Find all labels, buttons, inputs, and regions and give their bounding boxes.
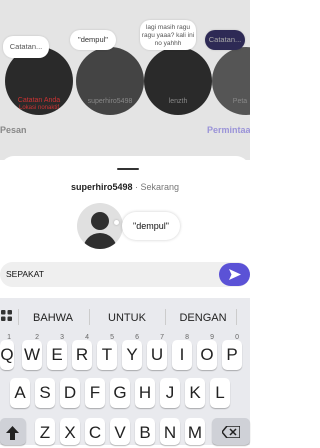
avatar-head: [91, 212, 109, 230]
key-d[interactable]: D: [60, 378, 80, 408]
divider: [165, 309, 166, 325]
note-bubble: lagi masih ragu ragu yaaa? kali ini no y…: [140, 20, 196, 50]
note-bubble: Catatan...: [205, 30, 245, 50]
background-feed: Catatan... "dempul" lagi masih ragu ragu…: [0, 0, 250, 160]
note-bubble: "dempul": [70, 30, 116, 50]
sheet-header: superhiro5498 · Sekarang: [0, 182, 250, 192]
key-c[interactable]: C: [85, 418, 105, 445]
bg-name: Peta: [232, 98, 248, 105]
key-g[interactable]: G: [110, 378, 130, 408]
apps-grid-icon[interactable]: [1, 310, 12, 321]
key-n[interactable]: N: [160, 418, 180, 445]
suggestion[interactable]: BAHWA: [24, 312, 82, 324]
tab-requests: Permintaan: [207, 125, 250, 135]
key-v[interactable]: V: [110, 418, 130, 445]
key-m[interactable]: M: [185, 418, 205, 445]
note-bubble: Catatan...: [3, 36, 49, 58]
key-i[interactable]: I8: [172, 334, 192, 370]
backspace-key[interactable]: [212, 418, 250, 445]
key-r[interactable]: R4: [72, 334, 92, 370]
key-z[interactable]: Z: [35, 418, 55, 445]
key-o[interactable]: O9: [197, 334, 217, 370]
send-button[interactable]: [219, 263, 250, 286]
send-icon: [229, 269, 241, 280]
key-h[interactable]: H: [135, 378, 155, 408]
note-dot: [114, 220, 119, 225]
divider: [89, 309, 90, 325]
bg-name: Catatan Anda: [17, 97, 61, 104]
avatar-body: [83, 233, 117, 249]
bg-name: superhiro5498: [87, 98, 133, 105]
key-a[interactable]: A: [10, 378, 30, 408]
key-w[interactable]: W2: [22, 334, 42, 370]
divider: [18, 309, 19, 325]
key-u[interactable]: U7: [147, 334, 167, 370]
suggestion[interactable]: DENGAN: [174, 312, 232, 324]
shift-icon: [6, 426, 19, 440]
bg-subtitle: Lokasi nonaktif: [18, 105, 60, 111]
suggestion[interactable]: UNTUK: [98, 312, 156, 324]
backspace-icon: [222, 426, 240, 438]
timestamp: · Sekarang: [135, 182, 180, 192]
username: superhiro5498: [70, 182, 133, 192]
key-b[interactable]: B: [135, 418, 155, 445]
key-j[interactable]: J: [160, 378, 180, 408]
key-f[interactable]: F: [85, 378, 105, 408]
key-q[interactable]: Q1: [0, 334, 14, 370]
key-e[interactable]: E3: [47, 334, 67, 370]
shift-key[interactable]: [0, 418, 26, 445]
note-bubble: "dempul": [122, 212, 180, 240]
reply-text: SEPAKAT: [6, 269, 44, 279]
key-s[interactable]: S: [35, 378, 55, 408]
bg-name: lenzth: [168, 98, 188, 105]
key-l[interactable]: L: [210, 378, 230, 408]
key-y[interactable]: Y6: [122, 334, 142, 370]
key-p[interactable]: P0: [222, 334, 242, 370]
avatar: [77, 203, 123, 249]
reply-input[interactable]: SEPAKAT: [0, 262, 250, 287]
tab-messages: Pesan: [0, 125, 27, 135]
key-k[interactable]: K: [185, 378, 205, 408]
key-t[interactable]: T5: [97, 334, 117, 370]
sheet-handle[interactable]: [117, 168, 139, 170]
key-x[interactable]: X: [60, 418, 80, 445]
divider: [236, 309, 237, 325]
